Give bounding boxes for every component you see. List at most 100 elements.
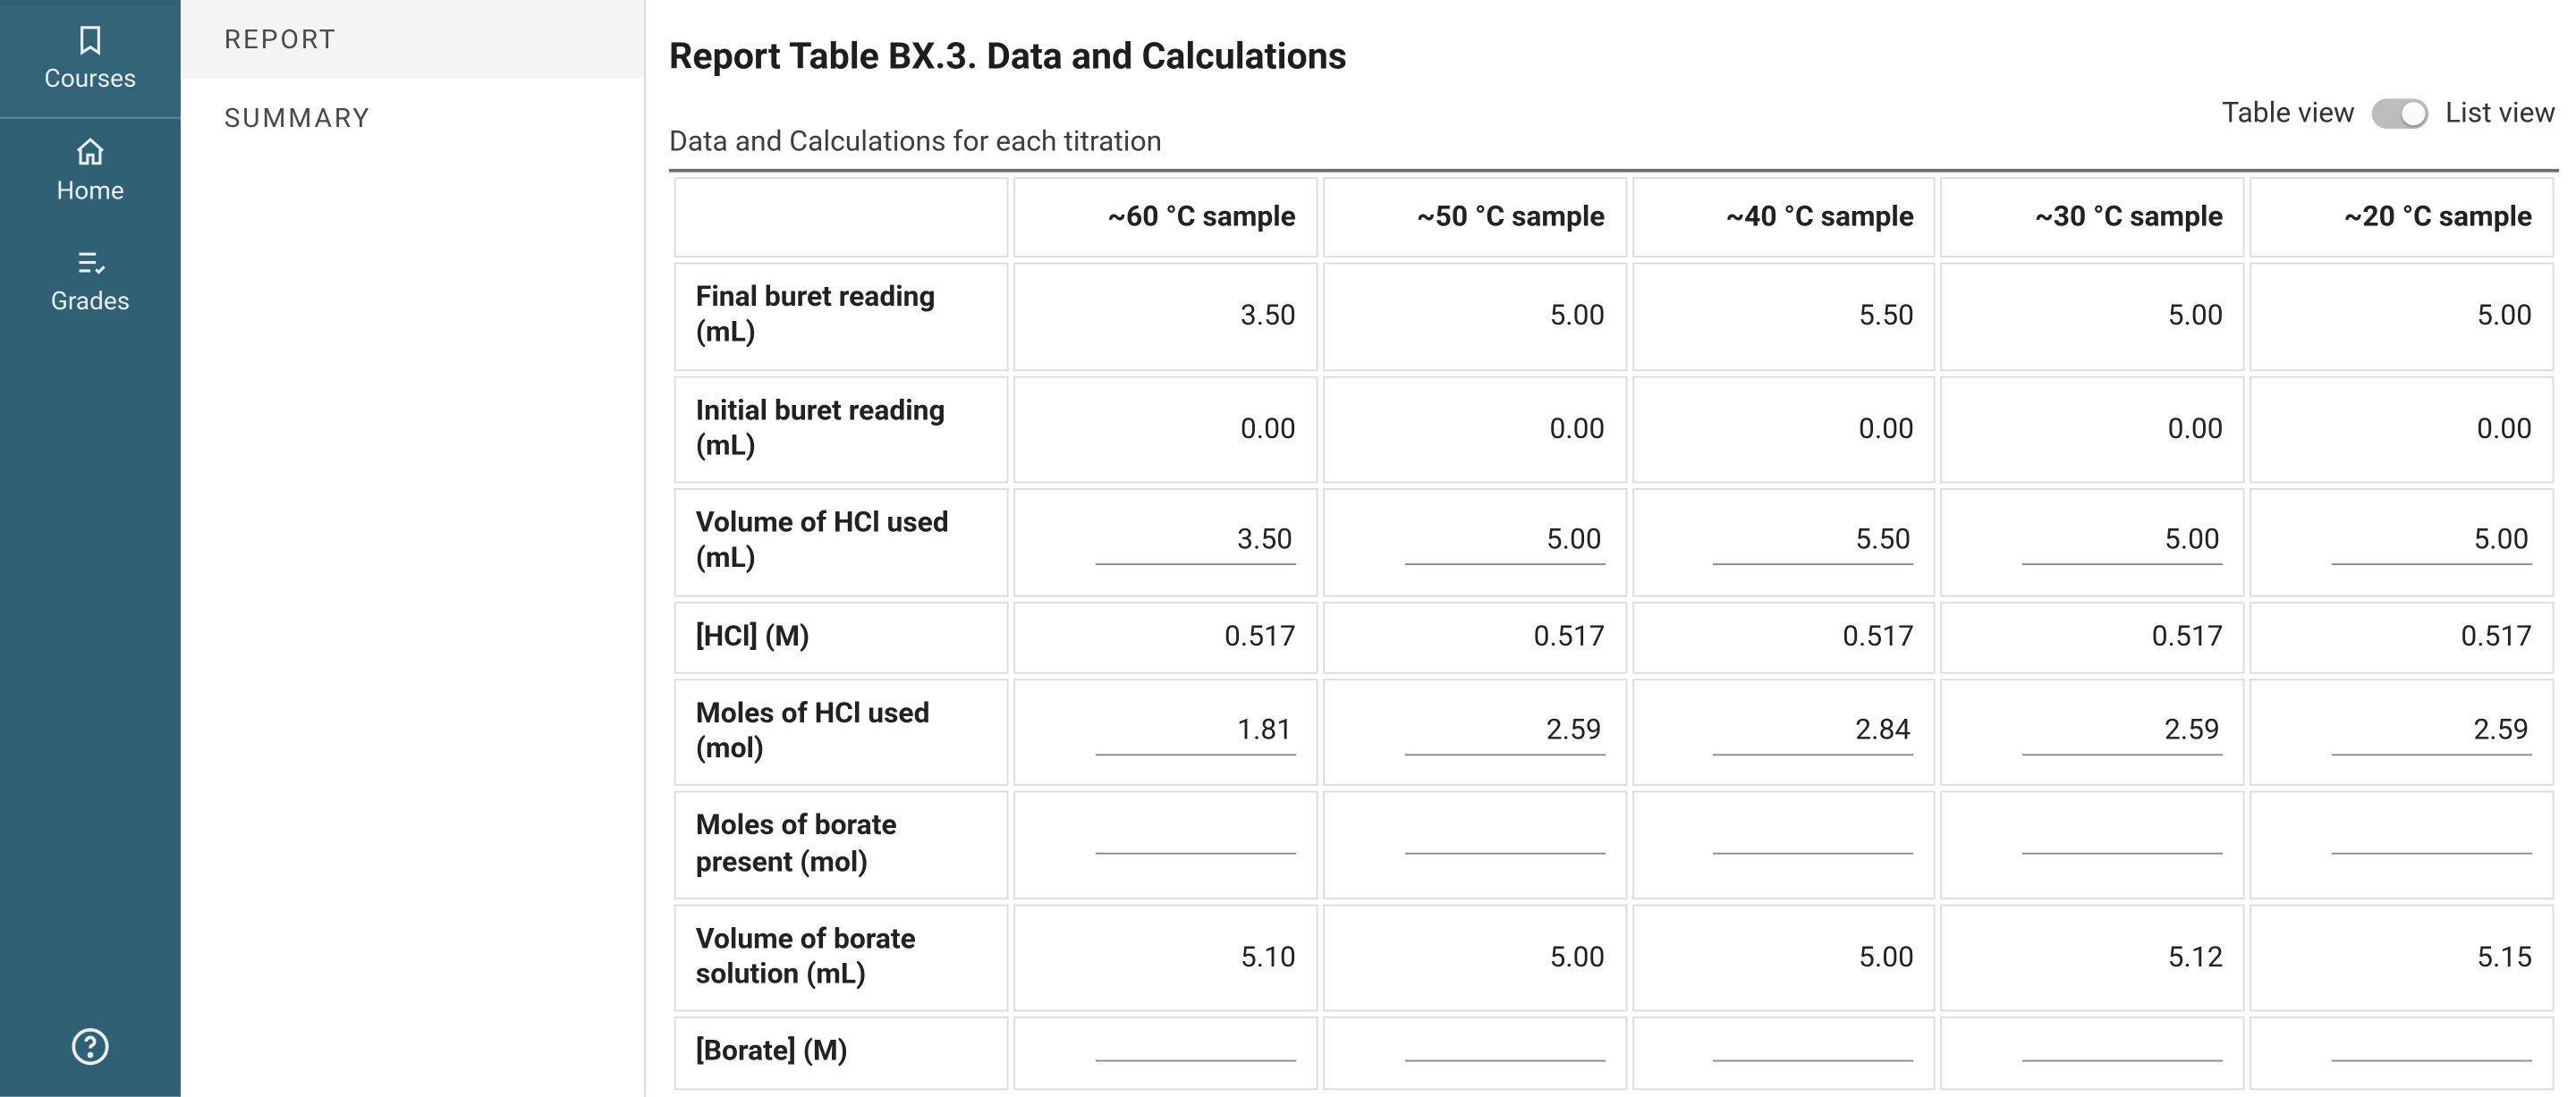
data-table: ~60 °C sample ~50 °C sample ~40 °C sampl… [669, 173, 2559, 1094]
table-cell-input[interactable] [1941, 791, 2245, 899]
table-cell-input[interactable]: 2.59 [2250, 679, 2555, 787]
table-row: Final buret reading (mL)3.505.005.505.00… [674, 263, 2555, 371]
table-cell-input[interactable] [1323, 1017, 1627, 1089]
table-cell-input[interactable]: 2.59 [1323, 679, 1627, 787]
table-cell: 5.15 [2250, 904, 2555, 1012]
subnav-item-report[interactable]: REPORT [181, 0, 644, 79]
table-column-header: ~60 °C sample [1013, 177, 1318, 257]
table-cell: 0.00 [1941, 376, 2245, 484]
sidebar-item-courses[interactable]: Courses [0, 6, 181, 116]
table-cell-input[interactable] [1631, 791, 1936, 899]
table-cell-input[interactable]: 2.84 [1631, 679, 1936, 787]
table-header-row: ~60 °C sample ~50 °C sample ~40 °C sampl… [674, 177, 2555, 257]
table-row: Volume of HCl used (mL) 3.50 5.00 5.50 5.00 5… [674, 488, 2555, 596]
table-column-header: ~30 °C sample [1941, 177, 2245, 257]
table-cell: 0.517 [2250, 601, 2555, 673]
cell-value [1714, 842, 1914, 854]
table-cell: 5.00 [1323, 263, 1627, 371]
table-row: Initial buret reading (mL)0.000.000.000.… [674, 376, 2555, 484]
table-corner-cell [674, 177, 1009, 257]
cell-value [1095, 842, 1295, 854]
cell-value: 2.59 [1404, 710, 1605, 755]
table-cell-input[interactable] [2250, 791, 2555, 899]
toggle-label-table: Table view [2222, 97, 2355, 130]
table-row-label: Moles of borate present (mol) [674, 791, 1009, 899]
table-row: [HCl] (M)0.5170.5170.5170.5170.517 [674, 601, 2555, 673]
table-row-label: Moles of HCl used (mol) [674, 679, 1009, 787]
table-row-label: Volume of HCl used (mL) [674, 488, 1009, 596]
table-cell: 5.00 [2250, 263, 2555, 371]
table-row-label: Volume of borate solution (mL) [674, 904, 1009, 1012]
table-row-label: [HCl] (M) [674, 601, 1009, 673]
table-row: Moles of borate present (mol) [674, 791, 2555, 899]
cell-value: 1.81 [1095, 710, 1295, 755]
table-cell: 5.50 [1631, 263, 1936, 371]
table-cell: 3.50 [1013, 263, 1318, 371]
table-cell: 0.517 [1941, 601, 2245, 673]
cell-value [1404, 1050, 1605, 1061]
table-cell-input[interactable] [1013, 1017, 1318, 1089]
table-cell-input[interactable]: 5.00 [1941, 488, 2245, 596]
table-cell-input[interactable]: 3.50 [1013, 488, 1318, 596]
secondary-sidebar: REPORT SUMMARY [181, 0, 646, 1097]
table-cell-input[interactable]: 1.81 [1013, 679, 1318, 787]
table-row: Moles of HCl used (mol) 1.81 2.59 2.84 2.59 2… [674, 679, 2555, 787]
table-cell: 5.00 [1941, 263, 2245, 371]
toggle-label-list: List view [2445, 97, 2555, 130]
table-cell: 5.00 [1323, 904, 1627, 1012]
help-icon [71, 1035, 111, 1077]
sidebar-item-label: Home [56, 175, 124, 206]
table-cell-input[interactable] [1323, 791, 1627, 899]
table-cell: 0.00 [1013, 376, 1318, 484]
table-cell-input[interactable]: 5.50 [1631, 488, 1936, 596]
subnav-item-label: REPORT [225, 23, 338, 55]
help-button[interactable] [71, 1026, 111, 1076]
bookmark-icon [73, 23, 106, 56]
cell-value: 5.00 [1404, 519, 1605, 564]
cell-value: 3.50 [1095, 519, 1295, 564]
cell-value: 5.00 [2022, 519, 2223, 564]
table-row-label: Initial buret reading (mL) [674, 376, 1009, 484]
table-row: Volume of borate solution (mL)5.105.005.… [674, 904, 2555, 1012]
table-cell: 5.10 [1013, 904, 1318, 1012]
cell-value: 5.50 [1714, 519, 1914, 564]
page-title: Report Table BX.3. Data and Calculations [669, 37, 2559, 79]
cell-value: 2.84 [1714, 710, 1914, 755]
table-column-header: ~20 °C sample [2250, 177, 2555, 257]
cell-value: 5.00 [2332, 519, 2532, 564]
table-cell-input[interactable]: 2.59 [1941, 679, 2245, 787]
table-cell: 0.517 [1631, 601, 1936, 673]
cell-value [1404, 842, 1605, 854]
primary-sidebar: Courses Home Grades [0, 0, 181, 1097]
cell-value [1095, 1050, 1295, 1061]
table-cell-input[interactable] [1631, 1017, 1936, 1089]
cell-value [2022, 842, 2223, 854]
cell-value [1714, 1050, 1914, 1061]
view-toggle-switch[interactable] [2372, 98, 2429, 129]
table-cell-input[interactable] [1013, 791, 1318, 899]
subnav-item-summary[interactable]: SUMMARY [181, 79, 644, 157]
table-cell-input[interactable]: 5.00 [1323, 488, 1627, 596]
table-cell: 0.517 [1013, 601, 1318, 673]
list-check-icon [73, 246, 106, 279]
table-column-header: ~50 °C sample [1323, 177, 1627, 257]
sidebar-item-home[interactable]: Home [0, 119, 181, 229]
subnav-item-label: SUMMARY [225, 102, 372, 134]
table-cell: 0.00 [1631, 376, 1936, 484]
table-row-label: Final buret reading (mL) [674, 263, 1009, 371]
cell-value: 2.59 [2332, 710, 2532, 755]
sidebar-item-grades[interactable]: Grades [0, 229, 181, 339]
main-content: Report Table BX.3. Data and Calculations… [646, 0, 2576, 1097]
table-cell: 0.00 [1323, 376, 1627, 484]
table-cell-input[interactable]: 5.00 [2250, 488, 2555, 596]
table-cell-input[interactable] [1941, 1017, 2245, 1089]
home-icon [73, 135, 106, 168]
table-cell: 0.517 [1323, 601, 1627, 673]
table-row-label: [Borate] (M) [674, 1017, 1009, 1089]
cell-value: 2.59 [2022, 710, 2223, 755]
sidebar-item-label: Grades [51, 286, 131, 316]
cell-value [2022, 1050, 2223, 1061]
table-cell-input[interactable] [2250, 1017, 2555, 1089]
table-cell: 5.00 [1631, 904, 1936, 1012]
table-cell: 5.12 [1941, 904, 2245, 1012]
